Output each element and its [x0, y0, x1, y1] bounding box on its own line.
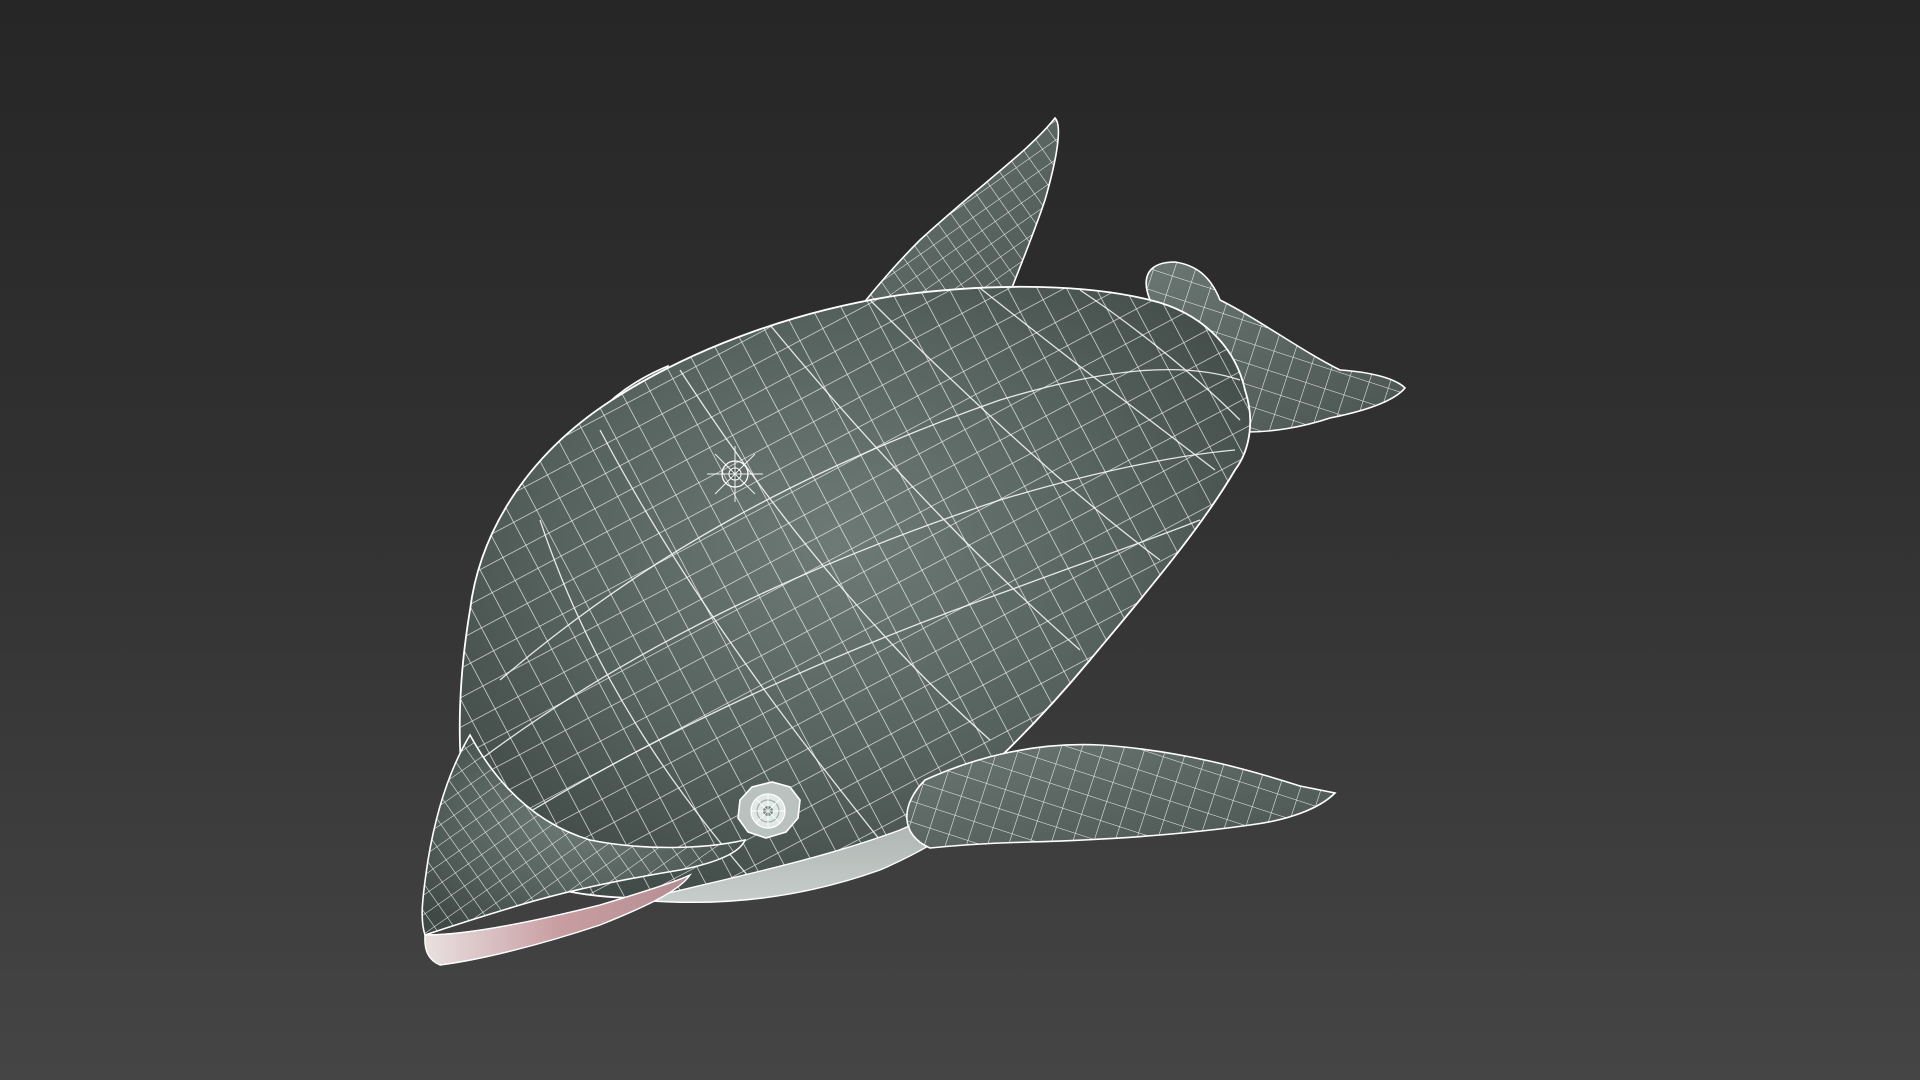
3d-viewport[interactable] — [0, 0, 1920, 1080]
blowhole — [707, 446, 763, 502]
dolphin-model[interactable] — [0, 0, 1920, 1080]
